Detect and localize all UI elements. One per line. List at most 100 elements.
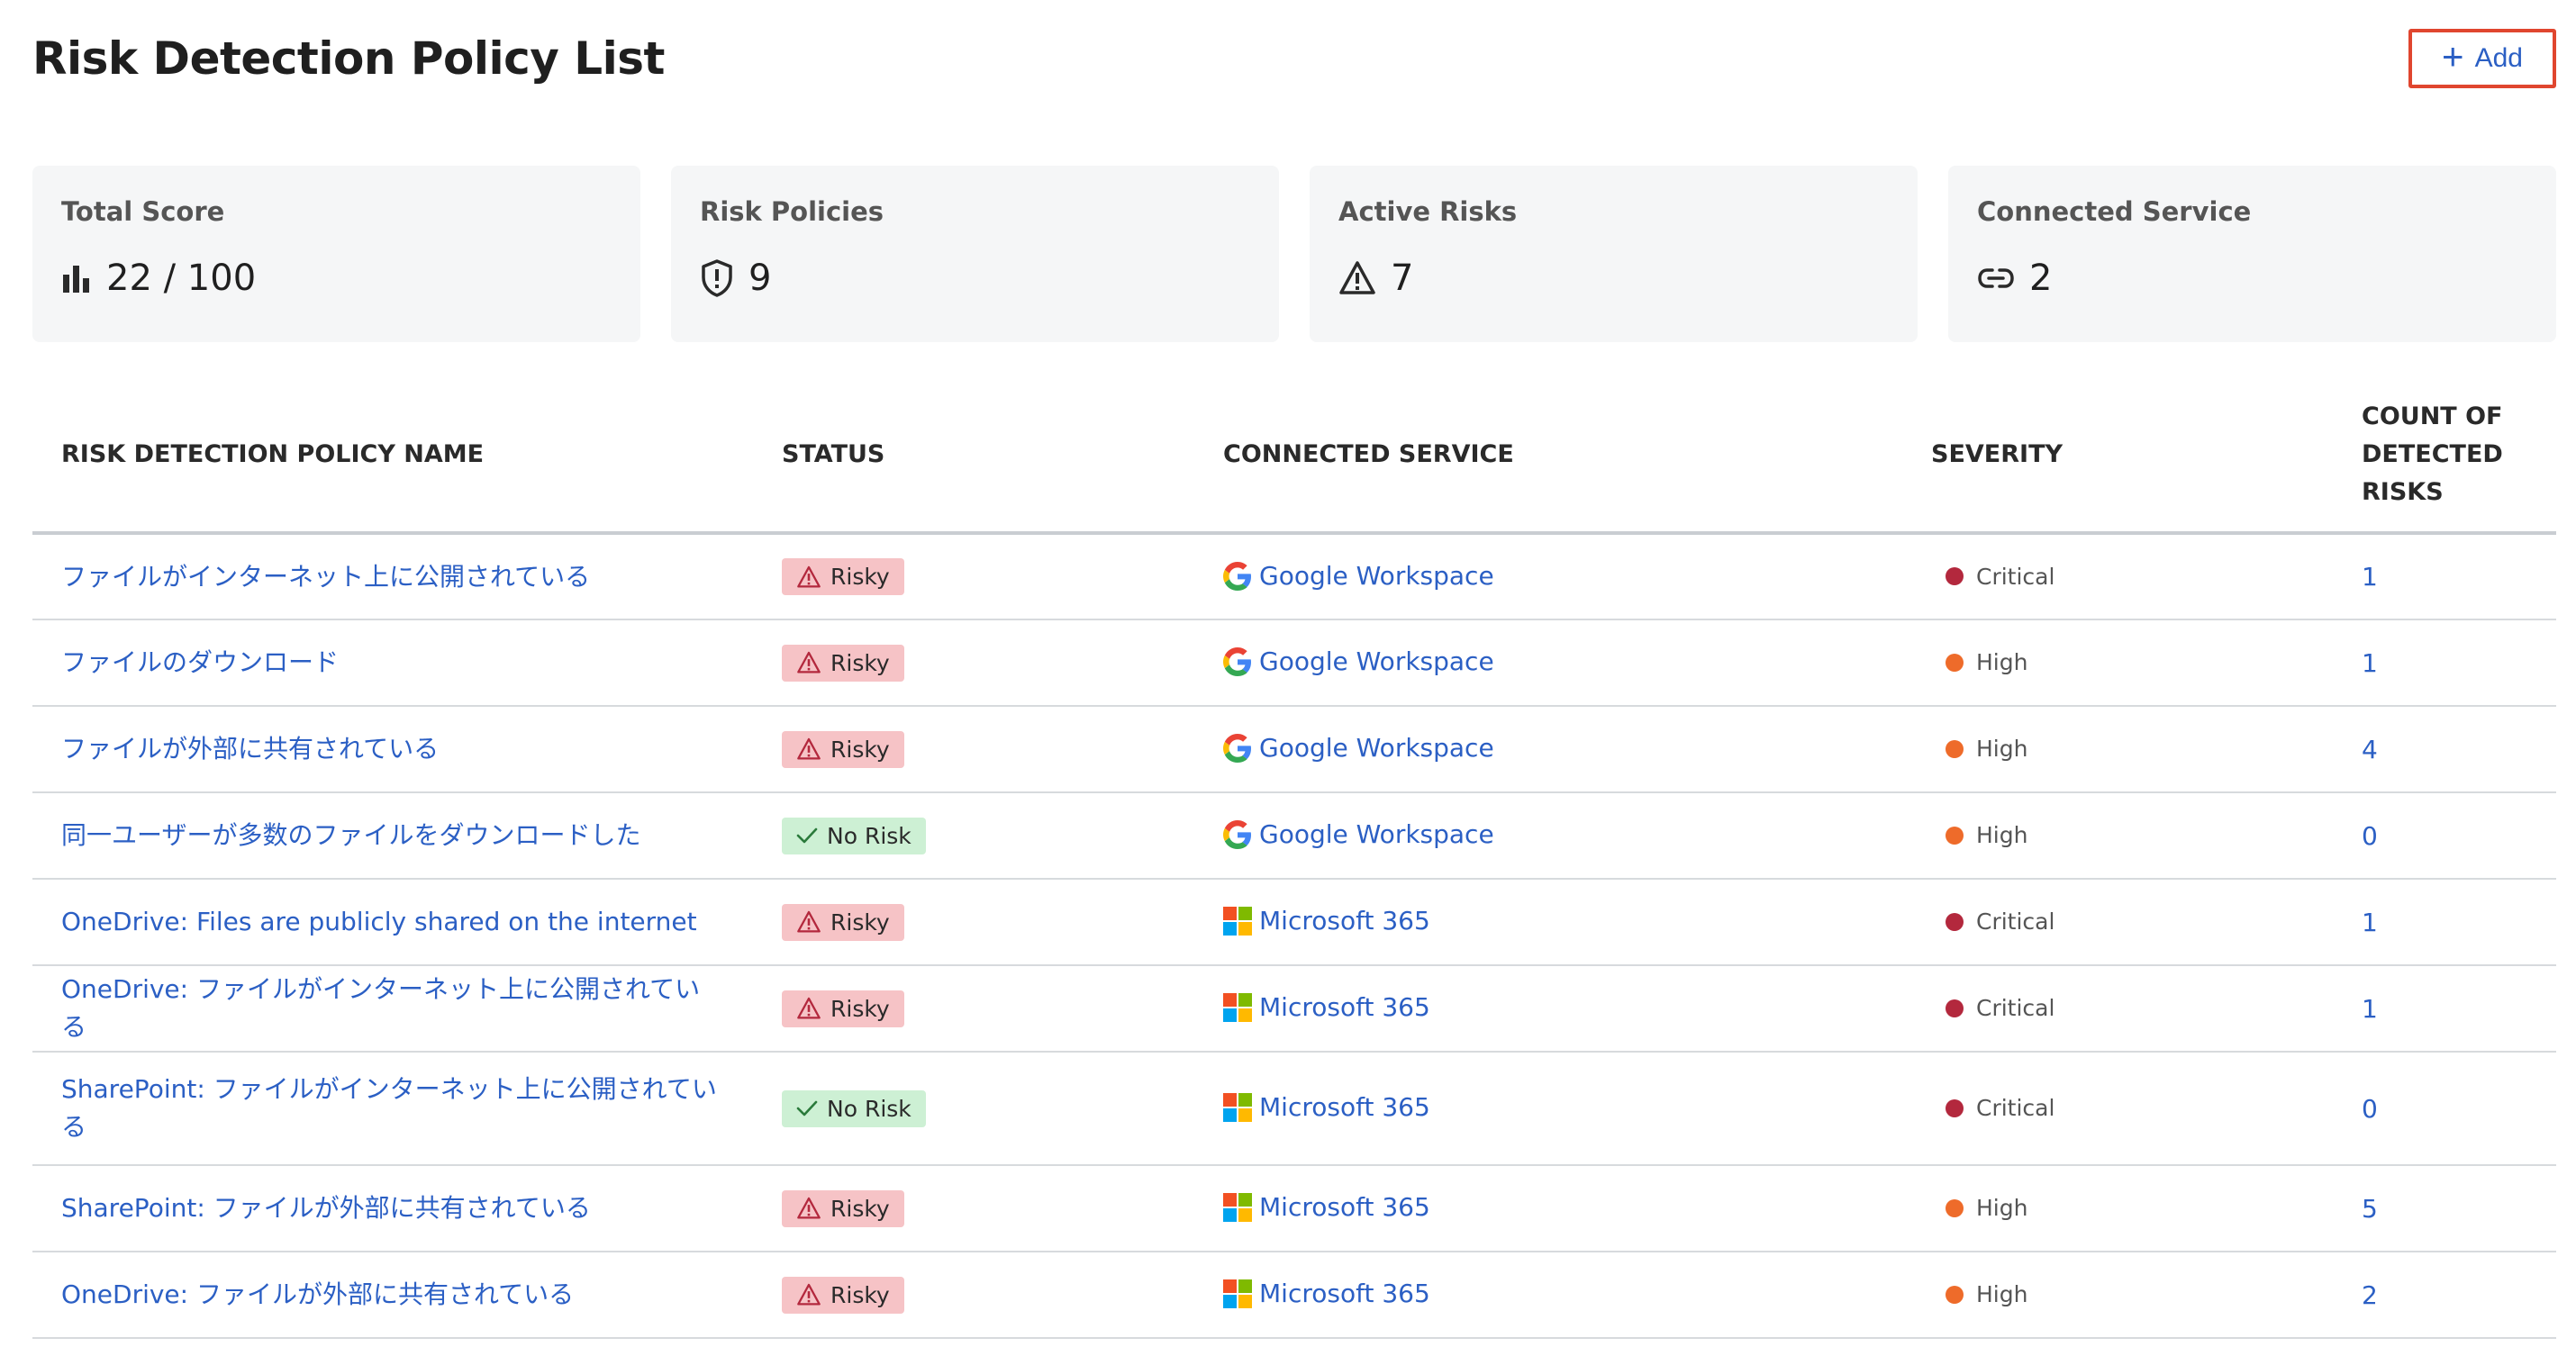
status-cell: Risky: [753, 1252, 1194, 1339]
policy-name-cell: OneDrive: Files are publicly shared on t…: [32, 879, 753, 966]
severity-cell: Critical: [1902, 1052, 2333, 1166]
policy-name-cell: ファイルが外部に共有されている: [32, 706, 753, 793]
status-label: Risky: [830, 564, 890, 590]
detected-count-link[interactable]: 1: [2362, 562, 2378, 592]
count-cell: 1: [2333, 879, 2556, 966]
detected-count-link[interactable]: 4: [2362, 735, 2378, 764]
severity-indicator: High: [1931, 1195, 2027, 1221]
severity-label: Critical: [1976, 1095, 2055, 1121]
count-cell: 4: [2333, 706, 2556, 793]
table-row: ファイルがインターネット上に公開されている Risky Google Workspa…: [32, 533, 2556, 620]
count-cell: 0: [2333, 792, 2556, 880]
column-header-severity[interactable]: SEVERITY: [1902, 378, 2333, 535]
policy-name-link[interactable]: ファイルが外部に共有されている: [61, 734, 439, 764]
severity-cell: High: [1902, 792, 2333, 880]
severity-label: Critical: [1976, 995, 2055, 1021]
status-cell: Risky: [753, 965, 1194, 1053]
service-link[interactable]: Google Workspace: [1223, 816, 1494, 854]
service-link[interactable]: Google Workspace: [1223, 643, 1494, 681]
policy-name-cell: ファイルがインターネット上に公開されている: [32, 533, 753, 620]
summary-card-risk-policies: Risk Policies 9: [671, 166, 1279, 342]
service-link[interactable]: Microsoft 365: [1223, 1275, 1430, 1313]
policy-name-cell: OneDrive: ファイルがインターネット上に公開されている: [32, 965, 753, 1053]
policy-name-link[interactable]: SharePoint: ファイルが外部に共有されている: [61, 1193, 591, 1223]
google-logo-icon: [1223, 647, 1252, 676]
policy-name-link[interactable]: OneDrive: Files are publicly shared on t…: [61, 907, 697, 936]
summary-card-label: Total Score: [61, 196, 225, 227]
severity-dot: [1946, 1098, 1964, 1117]
column-header-service[interactable]: CONNECTED SERVICE: [1194, 378, 1902, 535]
severity-label: High: [1976, 1281, 2028, 1307]
status-badge: No Risk: [782, 1089, 926, 1127]
warning-icon: [796, 1283, 821, 1306]
severity-cell: High: [1902, 706, 2333, 793]
detected-count-link[interactable]: 0: [2362, 821, 2378, 851]
severity-dot: [1946, 826, 1964, 845]
microsoft-logo-icon: [1223, 907, 1252, 936]
service-cell: Microsoft 365: [1194, 965, 1902, 1053]
service-link[interactable]: Microsoft 365: [1223, 1089, 1430, 1126]
status-cell: No Risk: [753, 792, 1194, 880]
status-label: Risky: [830, 649, 890, 676]
add-button[interactable]: + Add: [2408, 29, 2556, 88]
service-link[interactable]: Microsoft 365: [1223, 902, 1430, 940]
table-row: SharePoint: ファイルがインターネット上に公開されている No Risk…: [32, 1052, 2556, 1166]
detected-count-link[interactable]: 2: [2362, 1280, 2378, 1310]
service-cell: Google Workspace: [1194, 619, 1902, 707]
policy-name-link[interactable]: ファイルのダウンロード: [61, 647, 339, 677]
service-link[interactable]: Google Workspace: [1223, 557, 1494, 595]
summary-cards: Total Score 22 / 100 Risk Policies 9 Act…: [32, 166, 2556, 342]
detected-count-link[interactable]: 1: [2362, 994, 2378, 1024]
severity-indicator: Critical: [1931, 1095, 2054, 1121]
count-cell: 0: [2333, 1052, 2556, 1166]
severity-cell: High: [1902, 1252, 2333, 1339]
severity-label: High: [1976, 1195, 2028, 1221]
summary-card-value: 2: [2029, 258, 2053, 299]
table-row: SharePoint: ファイルが外部に共有されている Risky Microsof…: [32, 1165, 2556, 1252]
status-badge: Risky: [782, 558, 904, 595]
warning-icon: [796, 737, 821, 761]
severity-indicator: Critical: [1931, 908, 2054, 935]
google-logo-icon: [1223, 820, 1252, 849]
policy-name-link[interactable]: OneDrive: ファイルが外部に共有されている: [61, 1279, 574, 1309]
summary-card-total-score: Total Score 22 / 100: [32, 166, 640, 342]
severity-indicator: High: [1931, 822, 2027, 848]
table-header-row: RISK DETECTION POLICY NAME STATUS CONNEC…: [32, 378, 2556, 535]
detected-count-link[interactable]: 1: [2362, 648, 2378, 678]
severity-dot: [1946, 999, 1964, 1017]
policy-name-link[interactable]: SharePoint: ファイルがインターネット上に公開されている: [61, 1074, 717, 1142]
service-cell: Google Workspace: [1194, 706, 1902, 793]
severity-cell: Critical: [1902, 879, 2333, 966]
service-label: Google Workspace: [1259, 560, 1494, 591]
add-button-label: Add: [2474, 43, 2523, 73]
microsoft-logo-icon: [1223, 1279, 1252, 1308]
check-icon: [796, 827, 818, 845]
google-logo-icon: [1223, 561, 1252, 591]
column-header-status[interactable]: STATUS: [753, 378, 1194, 535]
warning-icon: [796, 910, 821, 934]
service-link[interactable]: Google Workspace: [1223, 729, 1494, 767]
detected-count-link[interactable]: 0: [2362, 1094, 2378, 1124]
severity-label: High: [1976, 736, 2028, 762]
detected-count-link[interactable]: 1: [2362, 908, 2378, 937]
summary-card-label: Connected Service: [1977, 196, 2252, 227]
page-title: Risk Detection Policy List: [32, 32, 665, 85]
summary-card-value: 7: [1391, 258, 1414, 299]
detected-count-link[interactable]: 5: [2362, 1194, 2378, 1224]
column-header-name[interactable]: RISK DETECTION POLICY NAME: [32, 378, 753, 535]
status-cell: Risky: [753, 879, 1194, 966]
policy-name-link[interactable]: 同一ユーザーが多数のファイルをダウンロードした: [61, 820, 640, 850]
table-row: OneDrive: ファイルがインターネット上に公開されている Risky Micr…: [32, 965, 2556, 1053]
status-label: Risky: [830, 736, 890, 763]
policy-name-link[interactable]: OneDrive: ファイルがインターネット上に公開されている: [61, 974, 700, 1042]
service-link[interactable]: Microsoft 365: [1223, 1189, 1430, 1226]
microsoft-logo-icon: [1223, 1193, 1252, 1222]
status-badge: Risky: [782, 990, 904, 1027]
service-link[interactable]: Microsoft 365: [1223, 989, 1430, 1026]
policy-name-link[interactable]: ファイルがインターネット上に公開されている: [61, 562, 590, 592]
service-label: Microsoft 365: [1259, 906, 1430, 936]
check-icon: [796, 1099, 818, 1117]
column-header-count[interactable]: COUNT OF DETECTED RISKS: [2333, 378, 2556, 535]
warning-triangle-icon: [1338, 260, 1376, 296]
service-label: Microsoft 365: [1259, 1279, 1430, 1308]
